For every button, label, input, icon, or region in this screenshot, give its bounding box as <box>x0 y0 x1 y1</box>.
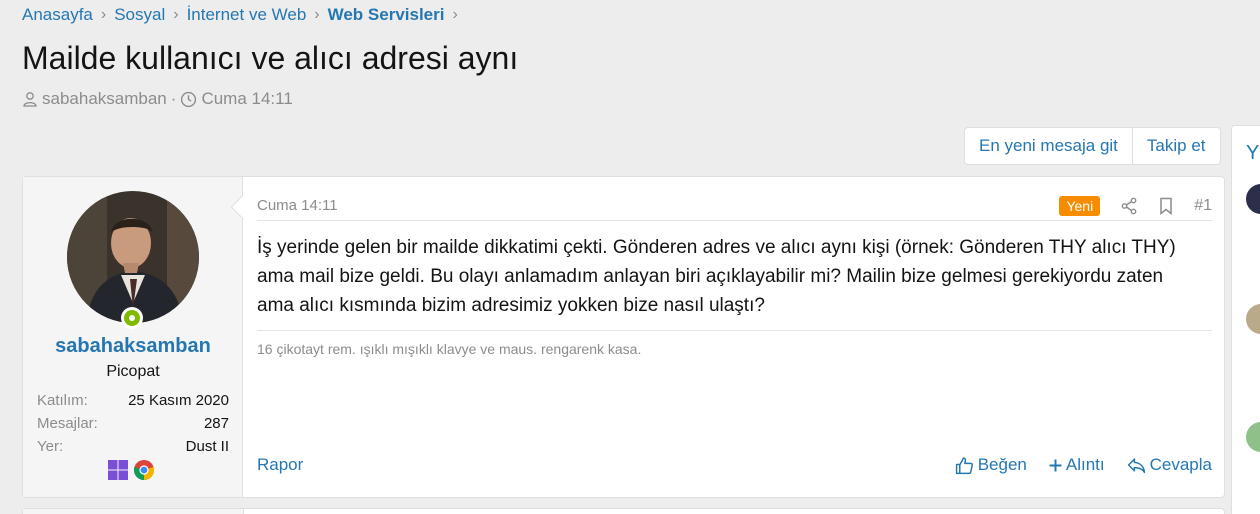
windows-icon <box>108 460 128 480</box>
post-main-cell: Cuma 14:11 Yeni #1 İş yerinde gelen bir … <box>243 177 1224 497</box>
side-avatar[interactable] <box>1246 184 1260 214</box>
like-label: Beğen <box>977 455 1027 474</box>
post-actions: Beğen Alıntı Cevapla <box>955 455 1212 475</box>
chevron-right-icon: › <box>314 6 320 23</box>
meta-separator: · <box>170 89 177 108</box>
post-footer: Rapor Beğen Alıntı Cevapla <box>257 455 1212 475</box>
page-title: Mailde kullanıcı ve alıcı adresi aynı <box>22 40 519 76</box>
post-number[interactable]: #1 <box>1194 197 1212 215</box>
chrome-icon <box>133 460 155 481</box>
chevron-right-icon: › <box>452 6 458 23</box>
chevron-right-icon: › <box>100 6 107 23</box>
side-panel-title[interactable]: Y <box>1246 142 1259 165</box>
quote-label: Alıntı <box>1065 455 1105 474</box>
chevron-right-icon: › <box>173 6 179 23</box>
post-header: Cuma 14:11 Yeni #1 <box>257 191 1212 221</box>
thread-author-link[interactable]: sabahaksamban <box>42 89 167 109</box>
post-body: İş yerinde gelen bir mailde dikkatimi çe… <box>257 237 1176 316</box>
user-extra-value[interactable]: 287 <box>204 415 229 432</box>
clock-icon <box>181 91 197 107</box>
side-avatar[interactable] <box>1246 422 1260 452</box>
post-username[interactable]: sabahaksamban <box>23 335 243 358</box>
quote-button[interactable]: Alıntı <box>1049 455 1105 475</box>
latest-message-button[interactable]: En yeni mesaja git <box>965 128 1132 164</box>
user-icon <box>23 92 37 107</box>
side-panel: Y <box>1231 125 1260 514</box>
new-badge: Yeni <box>1059 195 1101 216</box>
thread-time-link[interactable]: Cuma 14:11 <box>201 89 292 109</box>
user-title: Picopat <box>106 363 160 380</box>
user-extra-row: Katılım: 25 Kasım 2020 <box>37 389 229 412</box>
user-extra-row: Yer: Dust II <box>37 435 229 458</box>
user-extras: Katılım: 25 Kasım 2020 Mesajlar: 287 Yer… <box>37 389 229 458</box>
follow-button[interactable]: Takip et <box>1131 128 1220 164</box>
breadcrumb-item-web-servisleri[interactable]: Web Servisleri <box>328 5 445 25</box>
reply-button[interactable]: Cevapla <box>1127 455 1212 475</box>
thread-meta: sabahaksamban · Cuma 14:11 <box>22 89 293 109</box>
thread-actions: En yeni mesaja git Takip et <box>964 127 1221 165</box>
breadcrumb-item-home[interactable]: Anasayfa <box>22 5 93 25</box>
breadcrumb: Anasayfa › Sosyal › İnternet ve Web › We… <box>22 5 466 25</box>
next-post <box>22 508 1225 514</box>
user-extra-row: Mesajlar: 287 <box>37 412 229 435</box>
post-header-actions: Yeni #1 <box>1059 195 1212 216</box>
post-user-cell: sabahaksamban Picopat Katılım: 25 Kasım … <box>23 177 254 497</box>
reply-icon <box>1127 457 1145 473</box>
user-extra-label: Mesajlar: <box>37 415 98 432</box>
report-link[interactable]: Rapor <box>257 455 303 475</box>
user-extra-value: 25 Kasım 2020 <box>128 392 229 409</box>
avatar[interactable] <box>67 191 199 323</box>
post: sabahaksamban Picopat Katılım: 25 Kasım … <box>22 176 1225 498</box>
online-status-icon <box>121 307 143 329</box>
like-button[interactable]: Beğen <box>955 455 1027 475</box>
post-date[interactable]: Cuma 14:11 <box>257 197 338 214</box>
user-extra-value: Dust II <box>185 438 229 455</box>
user-badges <box>107 459 155 481</box>
bookmark-icon[interactable] <box>1158 197 1174 215</box>
thumbs-up-icon <box>955 456 973 474</box>
plus-icon <box>1049 459 1062 471</box>
post-signature: 16 çikotayt rem. ışıklı mışıklı klavye v… <box>257 330 1212 357</box>
reply-label: Cevapla <box>1149 455 1212 474</box>
side-avatar[interactable] <box>1246 304 1260 334</box>
breadcrumb-item-internet[interactable]: İnternet ve Web <box>187 5 307 25</box>
breadcrumb-item-sosyal[interactable]: Sosyal <box>114 5 165 25</box>
share-icon[interactable] <box>1120 197 1138 215</box>
user-extra-label: Yer: <box>37 438 64 455</box>
user-extra-label: Katılım: <box>37 392 88 409</box>
